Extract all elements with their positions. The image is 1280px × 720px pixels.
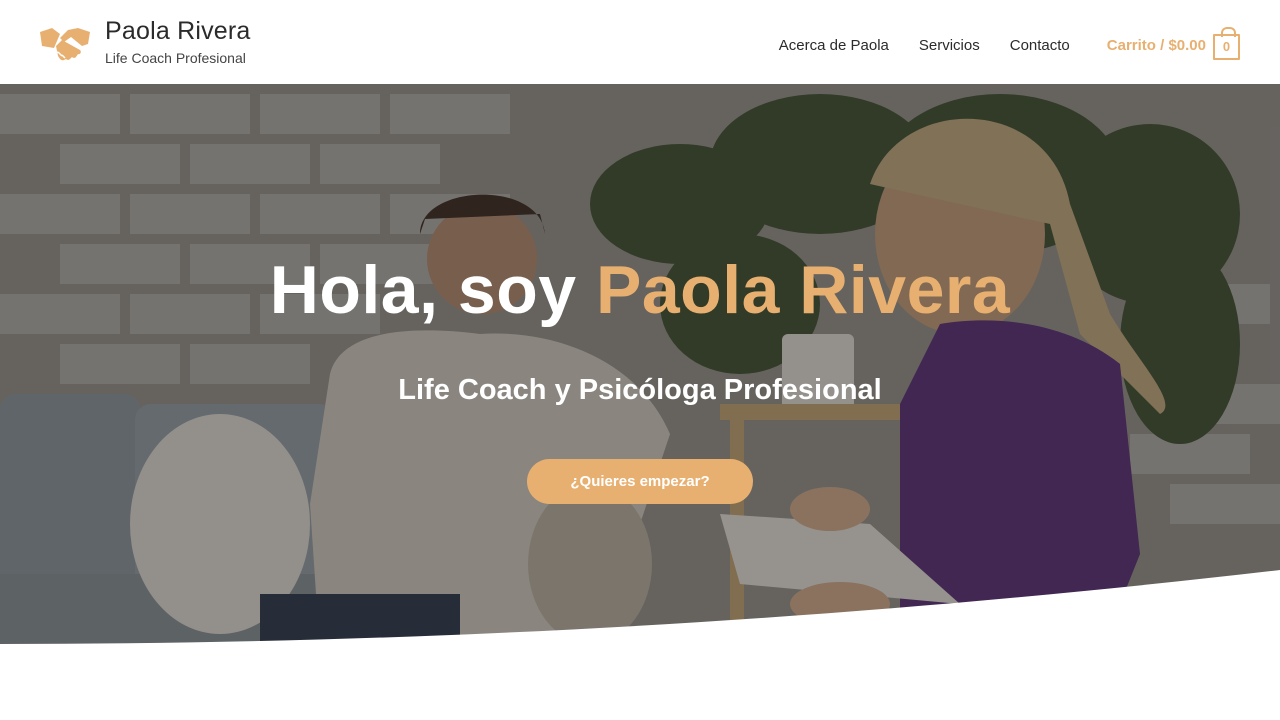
brand[interactable]: Paola Rivera Life Coach Profesional xyxy=(38,16,251,68)
nav-link-about[interactable]: Acerca de Paola xyxy=(779,37,889,54)
hero-title-name: Paola Rivera xyxy=(595,252,1011,328)
shopping-bag-icon[interactable]: 0 xyxy=(1213,27,1240,60)
cart-count: 0 xyxy=(1222,39,1231,54)
hero-bottom-curve xyxy=(0,570,1280,654)
cart-link[interactable]: Carrito / $0.00 0 xyxy=(1107,27,1240,60)
cart-label[interactable]: Carrito / $0.00 xyxy=(1107,37,1206,54)
site-header: Paola Rivera Life Coach Profesional Acer… xyxy=(0,0,1280,84)
main-nav: Acerca de Paola Servicios Contacto Carri… xyxy=(749,27,1240,60)
nav-link-services[interactable]: Servicios xyxy=(919,37,980,54)
hero-subtitle: Life Coach y Psicóloga Profesional xyxy=(398,374,882,406)
site-title[interactable]: Paola Rivera xyxy=(105,16,251,46)
hero-section: Hola, soy Paola Rivera Life Coach y Psic… xyxy=(0,84,1280,654)
hero-title-prefix: Hola, soy xyxy=(269,252,596,328)
handshake-icon xyxy=(40,28,90,61)
hero-title: Hola, soy Paola Rivera xyxy=(0,250,1280,330)
nav-link-contact[interactable]: Contacto xyxy=(1010,37,1070,54)
cta-button[interactable]: ¿Quieres empezar? xyxy=(527,459,753,504)
site-tagline: Life Coach Profesional xyxy=(105,50,246,66)
